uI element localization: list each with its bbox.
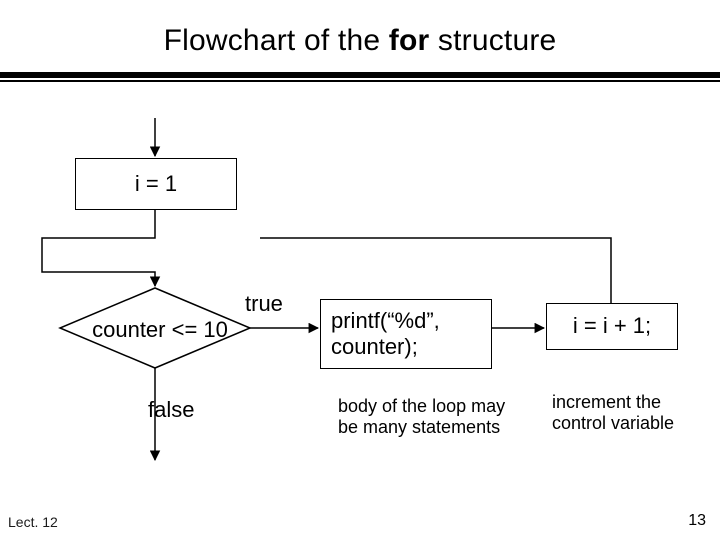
printf-line2: counter); bbox=[331, 334, 418, 359]
slide-title: Flowchart of the for structure bbox=[0, 24, 720, 58]
page-number: 13 bbox=[688, 512, 706, 530]
true-label: true bbox=[245, 291, 283, 317]
arrow-init-to-decision bbox=[42, 208, 155, 286]
title-post: structure bbox=[429, 24, 556, 57]
false-label: false bbox=[148, 397, 194, 423]
arrow-incr-back bbox=[260, 238, 611, 303]
decision-text: counter <= 10 bbox=[70, 317, 250, 343]
title-for-word: for bbox=[389, 24, 430, 57]
increment-box: i = i + 1; bbox=[546, 303, 678, 350]
increment-box-label: i = i + 1; bbox=[573, 313, 651, 339]
printf-box-text: printf(“%d”, counter); bbox=[331, 308, 440, 361]
init-box: i = 1 bbox=[75, 158, 237, 210]
footer-left: Lect. 12 bbox=[8, 514, 58, 530]
slide: Flowchart of the for structure counter <… bbox=[0, 0, 720, 540]
printf-box: printf(“%d”, counter); bbox=[320, 299, 492, 369]
printf-line1: printf(“%d”, bbox=[331, 308, 440, 333]
title-rule-thick bbox=[0, 72, 720, 78]
body-note: body of the loop may be many statements bbox=[338, 396, 508, 437]
increment-note: increment the control variable bbox=[552, 392, 702, 433]
title-rule-thin bbox=[0, 80, 720, 82]
init-box-label: i = 1 bbox=[135, 171, 177, 197]
title-pre: Flowchart of the bbox=[164, 24, 389, 57]
